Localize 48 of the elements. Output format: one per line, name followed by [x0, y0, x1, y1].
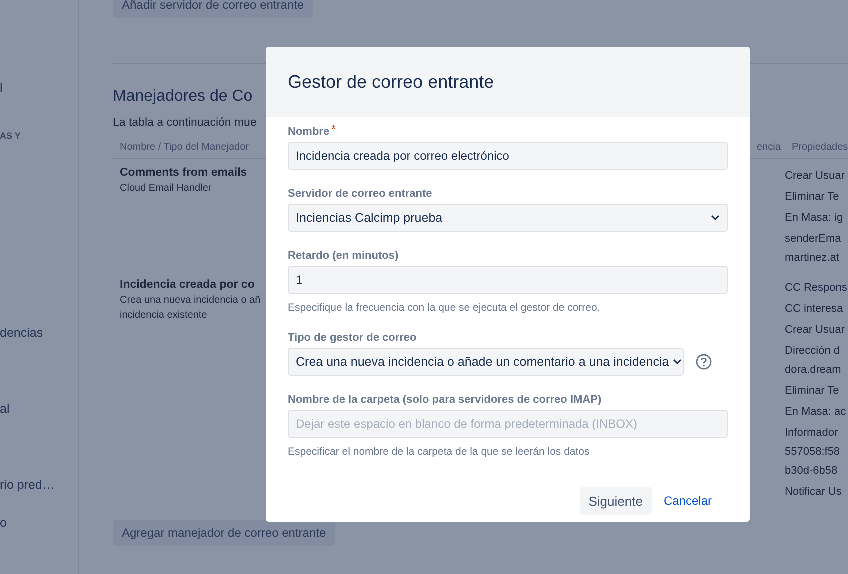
text-field[interactable]: Incidencia creada por correo electrónico — [288, 142, 728, 170]
property-text: Crear Usuar — [785, 323, 845, 338]
select-field[interactable]: Inciencias Calcimp prueba — [288, 204, 728, 232]
help-text: Especificar el nombre de la carpeta de la que se leerán los datos — [288, 446, 590, 458]
add-server-button[interactable]: Añadir servidor de correo entrante — [113, 0, 314, 18]
property-text: CC Respons — [785, 281, 848, 296]
text-field[interactable]: 1 — [288, 266, 728, 294]
handler-type: Crea una nueva incidencia o añ incidencia existente — [120, 294, 261, 323]
select-field[interactable]: Crea una nueva incidencia o añade un comentario a una incidencia — [288, 348, 684, 376]
sidebar-item[interactable]: o — [0, 515, 7, 531]
handler-type: Cloud Email Handler — [120, 182, 212, 196]
chevron-icon — [711, 215, 720, 221]
cancel-link[interactable]: Cancelar — [656, 487, 720, 515]
property-text: Informador 557058:f58 b30d-6b58 — [785, 426, 840, 479]
field-label: Tipo de gestor de correo — [288, 331, 417, 346]
property-text: En Masa: ac — [785, 405, 846, 420]
dialog-title: Gestor de correo entrante — [288, 72, 494, 92]
field-label: Nombre — [288, 125, 330, 140]
column-header: encia — [756, 141, 782, 155]
section-description: La tabla a continuación mue — [113, 117, 257, 129]
field-label: Retardo (en minutos) — [288, 249, 399, 264]
sidebar-heading: AS Y — [0, 130, 21, 142]
section-title: Manejadores de Co — [113, 87, 253, 107]
help-icon[interactable] — [696, 354, 712, 370]
help-text: Especifique la frecuencia con la que se ejecuta el gestor de correo. — [288, 302, 600, 314]
next-button[interactable]: Siguiente — [580, 487, 652, 515]
handler-name: Incidencia creada por co — [120, 279, 255, 291]
property-text: Eliminar Te — [785, 190, 840, 205]
add-handler-button[interactable]: Agregar manejador de correo entrante — [113, 520, 336, 546]
field-label: Nombre de la carpeta (solo para servidores de correo IMAP) — [288, 393, 602, 408]
sidebar-item[interactable]: l — [0, 80, 3, 96]
handler-name: Comments from emails — [120, 167, 248, 179]
property-text: Dirección d dora.dream — [785, 344, 842, 378]
property-text: Eliminar Te — [785, 384, 840, 399]
column-header: Nombre / Tipo del Manejador — [119, 141, 250, 155]
property-text: senderEma martinez.at — [785, 232, 842, 266]
property-text: CC interesa — [785, 302, 844, 317]
sidebar-item[interactable]: al — [0, 401, 10, 417]
property-text: Notificar Us — [785, 485, 842, 500]
sidebar-item[interactable]: dencias — [0, 325, 44, 341]
property-text: Crear Usuar — [785, 169, 845, 184]
required-mark: * — [332, 125, 336, 135]
field-label: Servidor de correo entrante — [288, 187, 432, 202]
sidebar-item[interactable]: rio pred… — [0, 477, 55, 493]
property-text: En Masa: ig — [785, 211, 844, 226]
text-field[interactable]: Dejar este espacio en blanco de forma predeterminada (INBOX) — [288, 410, 728, 438]
chevron-icon — [673, 359, 682, 365]
column-header: Propiedades — [791, 141, 848, 155]
